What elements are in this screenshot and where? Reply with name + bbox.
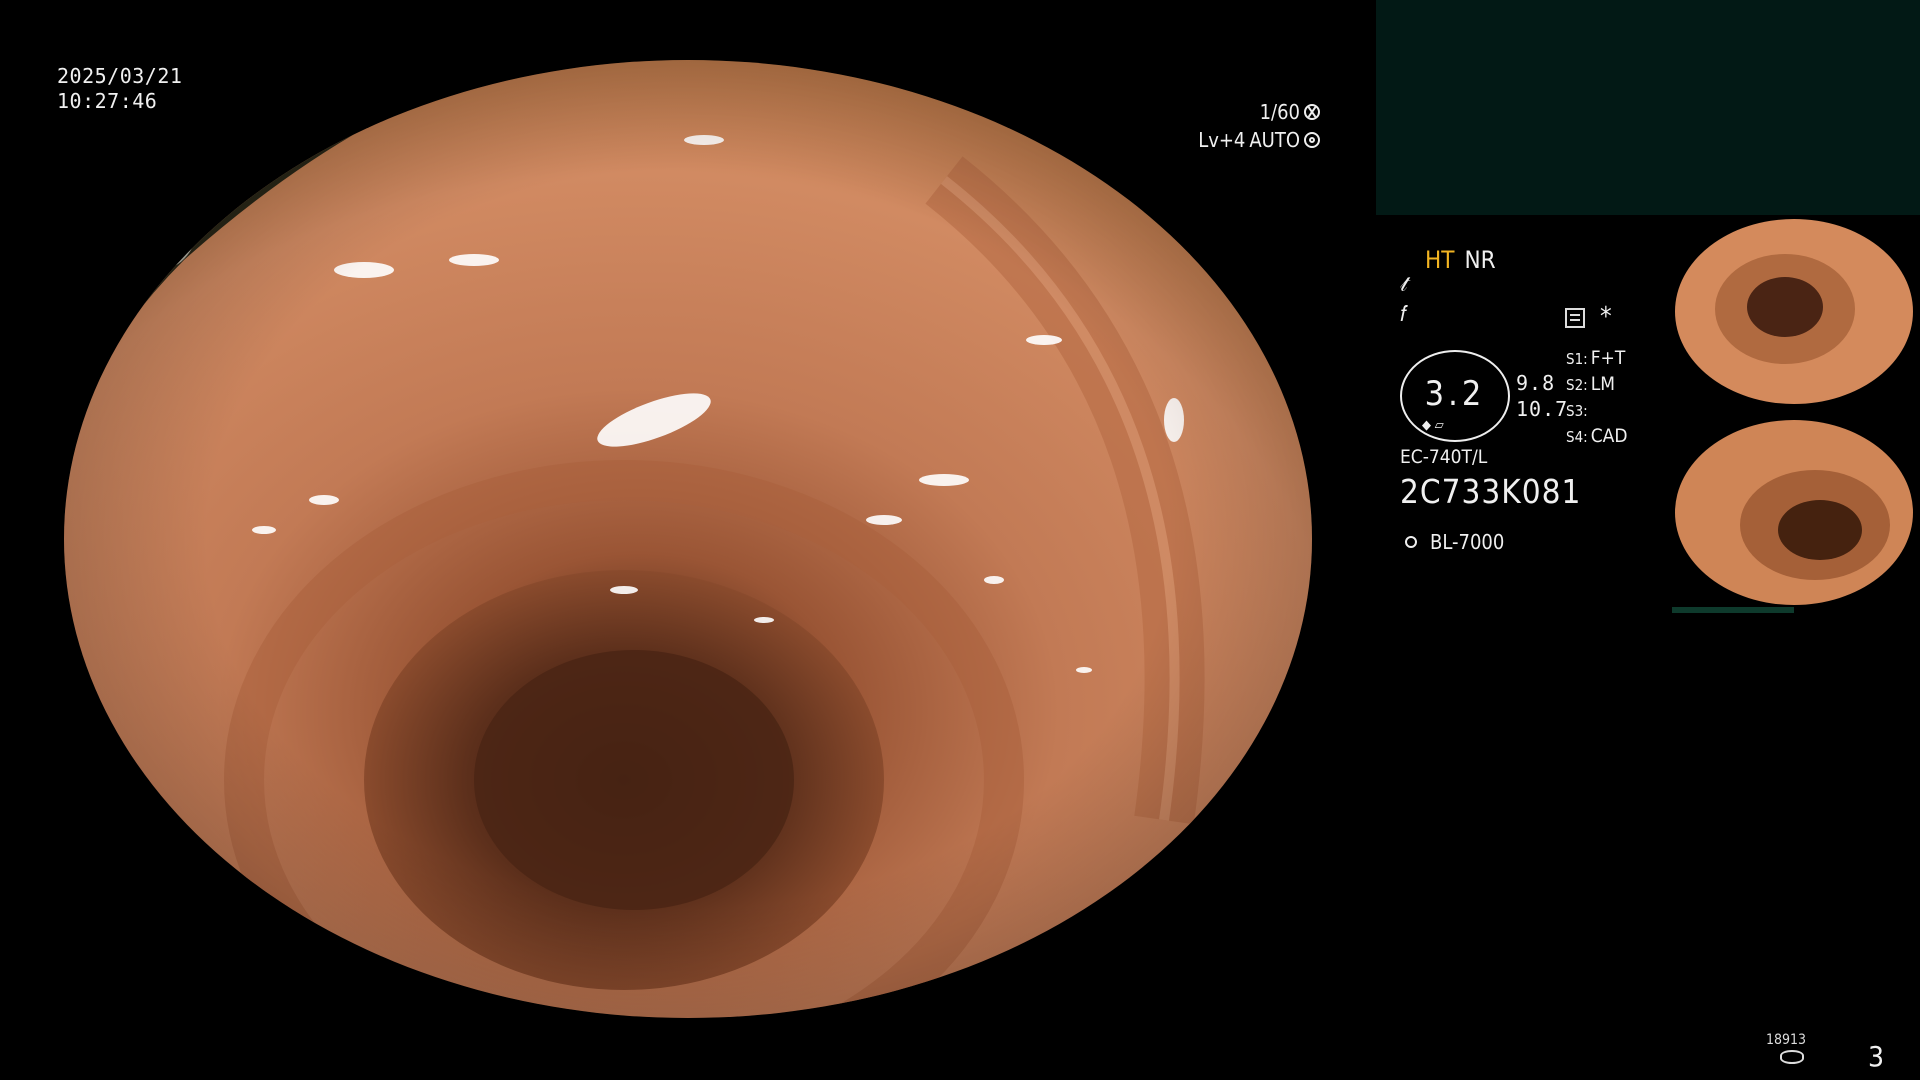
ht-nr-indicator: HT NR [1425,246,1496,274]
exposure-readout: 1/60 Lv+4 AUTO [1198,98,1320,154]
gauge-value: 3.2 [1424,374,1486,414]
light-source: BL-7000 [1400,530,1504,554]
aperture-icon [1304,104,1320,120]
scope-info-panel: HT NR 𝓉 𝑓 * 3.2 ◆ ▱ 9.8 10.7 S1: F+T S2: LM… [1400,240,1660,560]
gauge-value-a: 9.8 [1516,371,1556,395]
enhancement-symbol-1: 𝓉 [1400,272,1408,297]
endoscopy-main-view [64,60,1312,1018]
switch-row: S3: [1566,402,1588,420]
scope-serial: 2C733K081 [1400,472,1582,511]
asterisk-indicator: * [1600,302,1612,332]
ht-label: HT [1425,246,1455,274]
switch-row: S1: F+T [1566,347,1626,369]
gauge-value-b: 10.7 [1516,397,1569,421]
info-box-empty [1376,0,1920,215]
datetime-display: 2025/03/21 10:27:46 [57,64,182,114]
nr-label: NR [1464,246,1496,274]
thumbnail-image [1675,420,1913,605]
thumbnail-image [1675,219,1913,404]
gauge-side-values: 9.8 10.7 [1516,370,1568,422]
switch-assignments: S1: F+T S2: LM S3: S4: CAD [1566,346,1628,450]
thumbnail-bar [1672,607,1794,613]
shutter-speed: 1/60 [1259,100,1300,124]
switch-row: S4: CAD [1566,425,1628,447]
switch-row: S2: LM [1566,373,1615,395]
date-text: 2025/03/21 [57,64,183,88]
menu-icon [1565,308,1585,328]
storage-icon [1780,1050,1804,1064]
gear-icon [1304,132,1320,148]
sun-icon [1400,531,1422,553]
scope-model: EC-740T/L [1400,446,1488,468]
page-number: 3 [1868,1040,1885,1073]
image-counter: 18913 [1766,1032,1807,1048]
level-text: Lv+4 [1198,128,1246,152]
magnification-gauge: 3.2 ◆ ▱ [1400,350,1510,442]
mucosa-image [64,60,1312,1018]
gauge-marker-icon: ◆ ▱ [1422,418,1444,433]
light-source-label: BL-7000 [1430,530,1505,554]
enhancement-symbol-2: 𝑓 [1400,302,1407,327]
captured-thumbnail[interactable] [1672,417,1916,607]
time-text: 10:27:46 [57,89,158,113]
mode-text: AUTO [1249,128,1300,152]
captured-thumbnail[interactable] [1672,216,1916,406]
